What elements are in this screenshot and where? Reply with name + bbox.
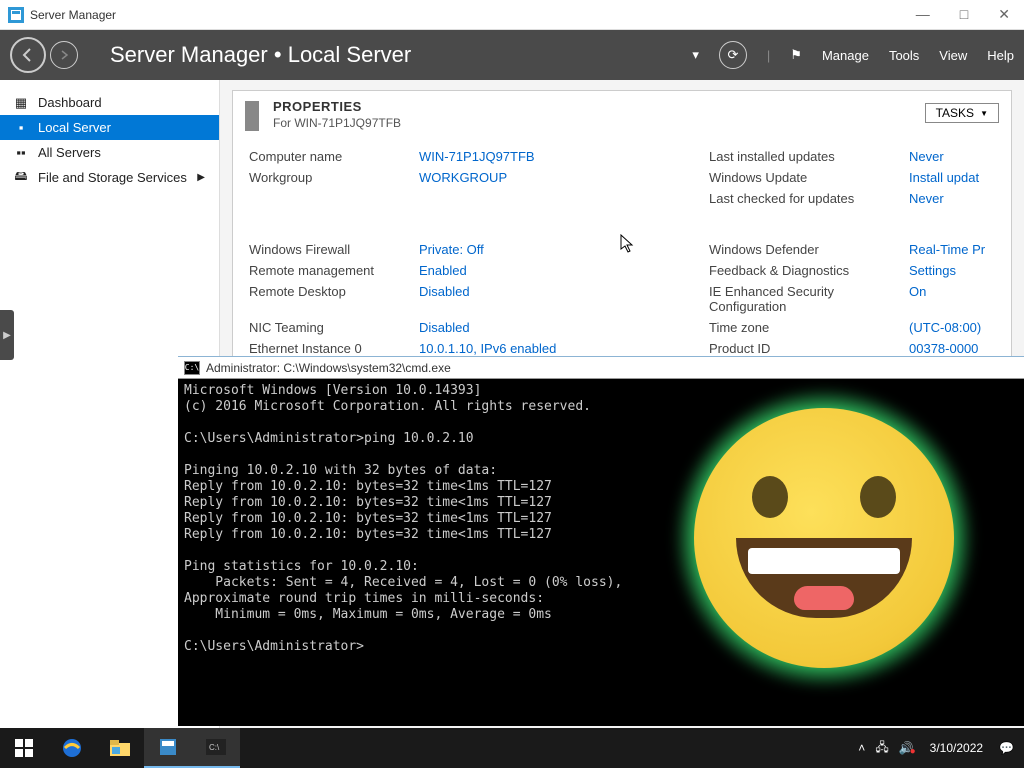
prop-ie-esc[interactable]: On [909, 284, 995, 314]
prop-label: Windows Defender [709, 242, 909, 257]
prop-label: IE Enhanced Security Configuration [709, 284, 909, 314]
chevron-down-icon: ▼ [980, 109, 988, 118]
properties-panel: PROPERTIES For WIN-71P1JQ97TFB TASKS ▼ C… [232, 90, 1012, 377]
prop-workgroup[interactable]: WORKGROUP [419, 170, 709, 185]
tray-notifications-icon[interactable]: 💬 [999, 741, 1014, 755]
storage-icon: 🖴 [14, 171, 28, 185]
maximize-button[interactable]: □ [954, 4, 974, 25]
prop-last-installed[interactable]: Never [909, 149, 995, 164]
panel-title: PROPERTIES [273, 99, 401, 114]
close-button[interactable]: ✕ [992, 4, 1016, 25]
nav-forward-button[interactable] [50, 41, 78, 69]
tray-volume-icon[interactable]: 🔊● [899, 741, 914, 755]
prop-label: Ethernet Instance 0 [249, 341, 419, 356]
prop-remote-mgmt[interactable]: Enabled [419, 263, 709, 278]
sidebar-item-dashboard[interactable]: ▦ Dashboard [0, 90, 219, 115]
flag-icon[interactable]: ⚑ [790, 47, 802, 63]
tray-datetime[interactable]: 3/10/2022 [924, 741, 989, 755]
prop-label: Computer name [249, 149, 419, 164]
sidebar-item-file-storage[interactable]: 🖴 File and Storage Services ▶ [0, 165, 219, 190]
svg-text:C:\: C:\ [209, 743, 220, 752]
prop-label: Remote management [249, 263, 419, 278]
prop-last-checked[interactable]: Never [909, 191, 995, 206]
tray-chevron-up-icon[interactable]: ˄ [858, 741, 865, 755]
prop-label: Windows Update [709, 170, 909, 185]
taskbar-explorer[interactable] [96, 728, 144, 768]
tasks-label: TASKS [936, 106, 974, 120]
servers-icon: ▪▪ [14, 146, 28, 160]
prop-timezone[interactable]: (UTC-08:00) [909, 320, 995, 335]
prop-remote-desktop[interactable]: Disabled [419, 284, 709, 314]
tasks-dropdown[interactable]: TASKS ▼ [925, 103, 999, 123]
prop-feedback[interactable]: Settings [909, 263, 995, 278]
cmd-icon: C:\ [184, 361, 200, 375]
panel-subtitle: For WIN-71P1JQ97TFB [273, 116, 401, 130]
sidebar-item-label: All Servers [38, 145, 101, 160]
chevron-right-icon: ▶ [197, 172, 205, 183]
prop-label: Remote Desktop [249, 284, 419, 314]
cmd-title: Administrator: C:\Windows\system32\cmd.e… [206, 361, 451, 375]
refresh-button[interactable]: ⟳ [719, 41, 747, 69]
dashboard-icon: ▦ [14, 96, 28, 110]
menu-help[interactable]: Help [987, 48, 1014, 63]
panel-icon [245, 101, 259, 131]
nav-back-button[interactable] [10, 37, 46, 73]
prop-label: Windows Firewall [249, 242, 419, 257]
menu-manage[interactable]: Manage [822, 48, 869, 63]
tray-date: 3/10/2022 [930, 741, 983, 755]
app-title: Server Manager [30, 8, 116, 22]
sidebar-item-label: File and Storage Services [38, 170, 187, 185]
taskbar-ie[interactable] [48, 728, 96, 768]
prop-computer-name[interactable]: WIN-71P1JQ97TFB [419, 149, 709, 164]
minimize-button[interactable]: — [910, 4, 936, 25]
prop-eth0[interactable]: 10.0.1.10, IPv6 enabled [419, 341, 709, 356]
server-icon: ▪ [14, 121, 28, 135]
prop-label: NIC Teaming [249, 320, 419, 335]
crumb-sep: • [274, 42, 288, 67]
emoji-sticker [694, 408, 954, 668]
prop-label: Workgroup [249, 170, 419, 185]
sidebar-item-label: Dashboard [38, 95, 102, 110]
separator-icon: | [767, 48, 770, 63]
menu-tools[interactable]: Tools [889, 48, 919, 63]
header-ribbon: Server Manager • Local Server ▾ ⟳ | ⚑ Ma… [0, 30, 1024, 80]
dropdown-icon[interactable]: ▾ [692, 47, 699, 63]
taskbar-cmd[interactable]: C:\ [192, 728, 240, 768]
prop-win-update[interactable]: Install updat [909, 170, 995, 185]
sidebar-item-all-servers[interactable]: ▪▪ All Servers [0, 140, 219, 165]
tray-network-icon[interactable]: 🖧 [875, 738, 888, 759]
prop-label: Feedback & Diagnostics [709, 263, 909, 278]
crumb-current: Local Server [288, 42, 412, 67]
prop-label: Time zone [709, 320, 909, 335]
crumb-root[interactable]: Server Manager [110, 42, 268, 67]
app-icon [8, 7, 24, 23]
prop-product-id[interactable]: 00378-0000 [909, 341, 995, 356]
prop-nic-teaming[interactable]: Disabled [419, 320, 709, 335]
edge-expand-tab[interactable]: ▶ [0, 310, 14, 360]
breadcrumb: Server Manager • Local Server [110, 42, 411, 68]
prop-label: Last checked for updates [709, 191, 909, 206]
prop-label: Product ID [709, 341, 909, 356]
menu-view[interactable]: View [939, 48, 967, 63]
prop-firewall[interactable]: Private: Off [419, 242, 709, 257]
window-titlebar: Server Manager — □ ✕ [0, 0, 1024, 30]
sidebar-item-label: Local Server [38, 120, 111, 135]
prop-defender[interactable]: Real-Time Pr [909, 242, 995, 257]
taskbar-server-manager[interactable] [144, 728, 192, 768]
sidebar-item-local-server[interactable]: ▪ Local Server [0, 115, 219, 140]
start-button[interactable] [0, 728, 48, 768]
taskbar: C:\ ˄ 🖧 🔊● 3/10/2022 💬 [0, 728, 1024, 768]
cmd-titlebar[interactable]: C:\ Administrator: C:\Windows\system32\c… [178, 357, 1024, 379]
prop-label: Last installed updates [709, 149, 909, 164]
